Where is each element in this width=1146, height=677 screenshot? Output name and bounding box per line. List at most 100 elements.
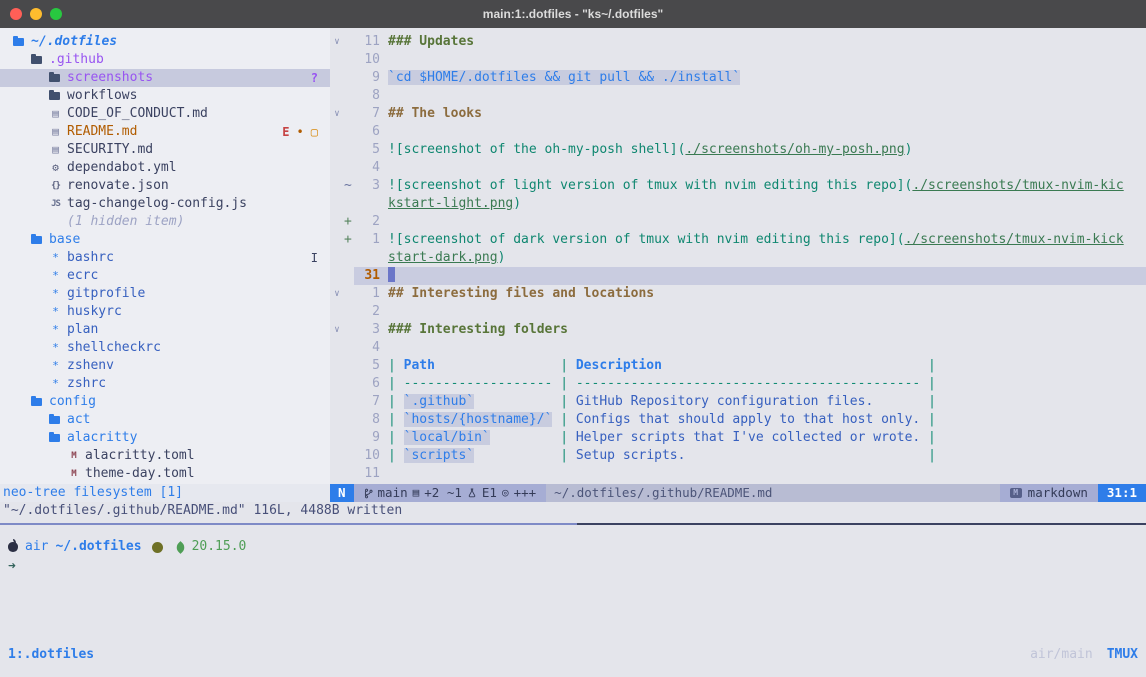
- tmux-window-tab[interactable]: 1:.dotfiles: [8, 647, 94, 662]
- editor-line-wrap[interactable]: start-dark.png): [330, 249, 1146, 267]
- tree-item-dependabot-yml[interactable]: ⚙dependabot.yml: [0, 159, 330, 177]
- fold-chevron-icon[interactable]: ∨: [330, 33, 344, 51]
- line-number: 6: [354, 375, 380, 393]
- tree-item-label: dependabot.yml: [67, 159, 177, 177]
- tree-item-label: gitprofile: [67, 285, 145, 303]
- shell-pane[interactable]: air ~/.dotfiles 20.15.0 ➜: [0, 536, 1146, 576]
- tree-item-theme-day-toml[interactable]: Mtheme-day.toml: [0, 465, 330, 483]
- tree-item-zshenv[interactable]: *zshenv: [0, 357, 330, 375]
- tree-item-security-md[interactable]: ▤SECURITY.md: [0, 141, 330, 159]
- tree-item--1-hidden-item-[interactable]: (1 hidden item): [0, 213, 330, 231]
- line-number: 2: [354, 213, 380, 231]
- tree-item-label: tag-changelog-config.js: [67, 195, 247, 213]
- vim-message-line: "~/.dotfiles/.github/README.md" 116L, 44…: [0, 502, 1146, 520]
- fold-chevron-icon[interactable]: ∨: [330, 321, 344, 339]
- editor-line-6[interactable]: 6| ------------------- | ---------------…: [330, 375, 1146, 393]
- git-sign-column: [344, 267, 354, 285]
- minimize-button[interactable]: [30, 8, 42, 20]
- editor-line-4[interactable]: 4: [330, 339, 1146, 357]
- editor-line-4[interactable]: 4: [330, 159, 1146, 177]
- tree-item-gitprofile[interactable]: *gitprofile: [0, 285, 330, 303]
- editor-line-11[interactable]: 11: [330, 465, 1146, 483]
- editor-line-9[interactable]: 9| `local/bin` | Helper scripts that I'v…: [330, 429, 1146, 447]
- editor-line-3[interactable]: ∨3### Interesting folders: [330, 321, 1146, 339]
- shell-input-line[interactable]: ➜: [0, 558, 1146, 576]
- line-number: 4: [354, 339, 380, 357]
- editor-line-10[interactable]: 10| `scripts` | Setup scripts. |: [330, 447, 1146, 465]
- editor-line-10[interactable]: 10: [330, 51, 1146, 69]
- editor-line-8[interactable]: 8: [330, 87, 1146, 105]
- line-text: [380, 213, 388, 231]
- traffic-lights: [10, 8, 62, 20]
- tree-item--dotfiles[interactable]: ~/.dotfiles: [0, 33, 330, 51]
- tmux-pane-border[interactable]: [0, 523, 1146, 525]
- editor-line-wrap[interactable]: kstart-light.png): [330, 195, 1146, 213]
- line-number: 4: [354, 159, 380, 177]
- editor-line-7[interactable]: ∨7## The looks: [330, 105, 1146, 123]
- git-sign-column: [344, 123, 354, 141]
- git-sign-column: [344, 51, 354, 69]
- fold-column: [330, 177, 344, 195]
- extra-flags: +++: [514, 484, 537, 502]
- git-sign-column: +: [344, 231, 354, 249]
- line-text: [380, 159, 388, 177]
- editor-line-6[interactable]: 6: [330, 123, 1146, 141]
- tree-item-label: theme-day.toml: [85, 465, 195, 483]
- editor-line-8[interactable]: 8| `hosts/{hostname}/` | Configs that sh…: [330, 411, 1146, 429]
- tmux-right-status: air/main TMUX: [1030, 647, 1138, 662]
- editor-line-2[interactable]: 2: [330, 303, 1146, 321]
- fold-column: [330, 339, 344, 357]
- folder-icon: [49, 74, 60, 82]
- neotree-sidebar: ~/.dotfiles.githubscreenshots?workflows▤…: [0, 28, 330, 502]
- tree-item-shellcheckrc[interactable]: *shellcheckrc: [0, 339, 330, 357]
- tree-item-code-of-conduct-md[interactable]: ▤CODE_OF_CONDUCT.md: [0, 105, 330, 123]
- tree-item-bashrc[interactable]: *bashrcI: [0, 249, 330, 267]
- fold-chevron-icon[interactable]: ∨: [330, 285, 344, 303]
- tree-item-huskyrc[interactable]: *huskyrc: [0, 303, 330, 321]
- tree-item-label: CODE_OF_CONDUCT.md: [67, 105, 208, 123]
- tree-item-zshrc[interactable]: *zshrc: [0, 375, 330, 393]
- tree-item--github[interactable]: .github: [0, 51, 330, 69]
- editor-line-7[interactable]: 7| `.github` | GitHub Repository configu…: [330, 393, 1146, 411]
- git-sign-column: [344, 357, 354, 375]
- close-button[interactable]: [10, 8, 22, 20]
- editor-line-5[interactable]: 5| Path | Description |: [330, 357, 1146, 375]
- editor-line-5[interactable]: 5![screenshot of the oh-my-posh shell](.…: [330, 141, 1146, 159]
- file-tree: ~/.dotfiles.githubscreenshots?workflows▤…: [0, 28, 330, 484]
- tree-item-renovate-json[interactable]: {}renovate.json: [0, 177, 330, 195]
- tree-item-workflows[interactable]: workflows: [0, 87, 330, 105]
- zoom-button[interactable]: [50, 8, 62, 20]
- editor-line-3[interactable]: ~3![screenshot of light version of tmux …: [330, 177, 1146, 195]
- tree-item-label: alacritty: [67, 429, 137, 447]
- tree-item-label: workflows: [67, 87, 137, 105]
- editor-line-11[interactable]: ∨11### Updates: [330, 33, 1146, 51]
- fold-chevron-icon[interactable]: ∨: [330, 105, 344, 123]
- editor-line-9[interactable]: 9`cd $HOME/.dotfiles && git pull && ./in…: [330, 69, 1146, 87]
- editor-line-31[interactable]: 31: [330, 267, 1146, 285]
- tree-item-screenshots[interactable]: screenshots?: [0, 69, 330, 87]
- tree-item-act[interactable]: act: [0, 411, 330, 429]
- line-text: ### Updates: [380, 33, 474, 51]
- tree-item-alacritty[interactable]: alacritty: [0, 429, 330, 447]
- git-sign-column: [344, 159, 354, 177]
- shell-prompt-line: air ~/.dotfiles 20.15.0: [0, 538, 1146, 556]
- tree-item-config[interactable]: config: [0, 393, 330, 411]
- doc-file-icon: ▤: [49, 123, 62, 141]
- tree-item-base[interactable]: base: [0, 231, 330, 249]
- m-file-icon: M: [67, 465, 80, 483]
- editor-line-2[interactable]: +2: [330, 213, 1146, 231]
- tree-item-ecrc[interactable]: *ecrc: [0, 267, 330, 285]
- filetype-label: markdown: [1028, 484, 1088, 502]
- editor-line-1[interactable]: +1![screenshot of dark version of tmux w…: [330, 231, 1146, 249]
- editor-line-1[interactable]: ∨1## Interesting files and locations: [330, 285, 1146, 303]
- markdown-icon: M: [1010, 488, 1022, 498]
- star-file-icon: *: [49, 339, 62, 357]
- editor-lines[interactable]: ∨11### Updates109`cd $HOME/.dotfiles && …: [330, 28, 1146, 484]
- tree-item-readme-md[interactable]: ▤README.mdE•▢: [0, 123, 330, 141]
- tree-item-tag-changelog-config-js[interactable]: JStag-changelog-config.js: [0, 195, 330, 213]
- git-sign-column: [344, 105, 354, 123]
- tree-item-alacritty-toml[interactable]: Malacritty.toml: [0, 447, 330, 465]
- line-text: ![screenshot of light version of tmux wi…: [380, 177, 1124, 195]
- git-sign-column: [344, 411, 354, 429]
- tree-item-plan[interactable]: *plan: [0, 321, 330, 339]
